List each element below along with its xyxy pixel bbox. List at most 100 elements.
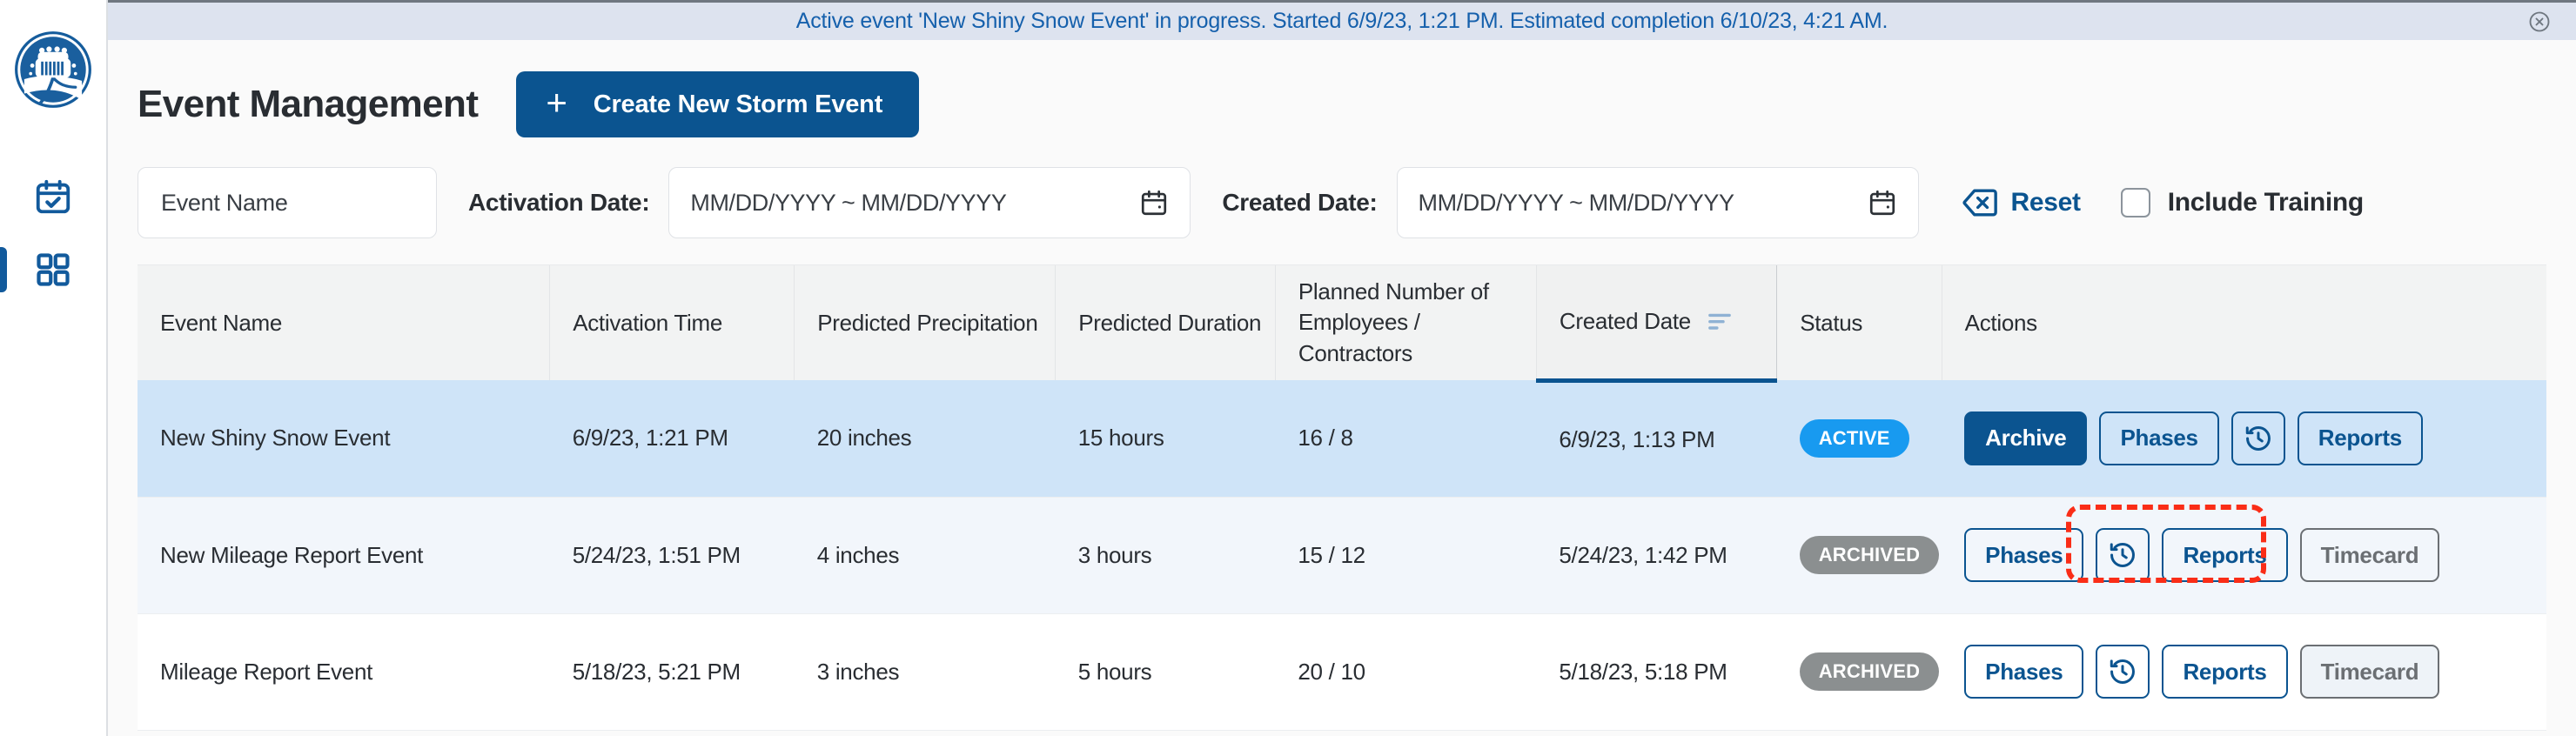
main-content: Active event 'New Shiny Snow Event' in p… <box>108 0 2576 736</box>
status-badge: ACTIVE <box>1799 418 1909 458</box>
table-header-row: Event Name Activation Time Predicted Pre… <box>138 265 2546 383</box>
activation-date-label: Activation Date: <box>468 189 650 216</box>
row-actions: Archive Phases Reports <box>1964 411 2546 465</box>
reports-button[interactable]: Reports <box>2297 411 2423 465</box>
sidebar-item-apps[interactable] <box>0 233 106 306</box>
cell-status: ARCHIVED <box>1776 497 1942 614</box>
timecard-button[interactable]: Timecard <box>2299 645 2440 699</box>
cell-predicted-precipitation: 4 inches <box>794 497 1056 614</box>
column-header-status[interactable]: Status <box>1776 265 1942 380</box>
page-title: Event Management <box>138 83 479 125</box>
cell-created-date: 5/24/23, 1:42 PM <box>1536 497 1777 614</box>
column-label: Event Name <box>160 309 283 336</box>
apps-grid-icon <box>37 253 70 286</box>
cell-status: ACTIVE <box>1776 380 1942 498</box>
history-button[interactable] <box>2096 645 2150 699</box>
status-badge: ARCHIVED <box>1799 536 1940 574</box>
active-event-banner: Active event 'New Shiny Snow Event' in p… <box>108 0 2576 40</box>
cell-status: ARCHIVED <box>1776 613 1942 731</box>
created-date-range-field[interactable]: MM/DD/YYYY ~ MM/DD/YYYY <box>1396 167 1919 238</box>
cell-activation-time: 5/24/23, 1:51 PM <box>549 497 795 614</box>
reports-button[interactable]: Reports <box>2162 528 2288 582</box>
cell-activation-time: 6/9/23, 1:21 PM <box>549 380 795 498</box>
cell-actions: Phases Reports Timecard <box>1942 497 2546 614</box>
column-header-actions: Actions <box>1942 265 2546 380</box>
archive-button[interactable]: Archive <box>1964 411 2088 465</box>
banner-message: Active event 'New Shiny Snow Event' in p… <box>795 9 1888 33</box>
events-table-container: Event Name Activation Time Predicted Pre… <box>138 264 2546 731</box>
column-header-predicted-duration[interactable]: Predicted Duration <box>1055 265 1276 380</box>
cell-predicted-duration: 15 hours <box>1055 380 1276 498</box>
active-indicator <box>0 247 7 292</box>
column-label-line1: Planned Number of <box>1298 278 1489 305</box>
left-sidebar <box>0 0 108 736</box>
snowplow-truck-logo-icon <box>15 31 91 108</box>
include-training-checkbox[interactable]: Include Training <box>2120 188 2365 217</box>
column-label: Activation Time <box>573 309 722 336</box>
table-row[interactable]: New Mileage Report Event 5/24/23, 1:51 P… <box>138 497 2546 614</box>
created-date-placeholder: MM/DD/YYYY ~ MM/DD/YYYY <box>1418 189 1735 216</box>
phases-button[interactable]: Phases <box>1964 645 2084 699</box>
history-clock-icon <box>2110 543 2136 567</box>
history-clock-icon <box>2245 425 2271 451</box>
column-label: Predicted Duration <box>1078 309 1262 336</box>
timecard-button[interactable]: Timecard <box>2299 528 2440 582</box>
row-actions: Phases Reports Timecard <box>1964 645 2546 699</box>
phases-button[interactable]: Phases <box>2099 411 2219 465</box>
table-row[interactable]: New Shiny Snow Event 6/9/23, 1:21 PM 20 … <box>138 380 2546 498</box>
cell-predicted-duration: 5 hours <box>1055 613 1276 731</box>
activation-date-placeholder: MM/DD/YYYY ~ MM/DD/YYYY <box>690 189 1007 216</box>
table-row[interactable]: Mileage Report Event 5/18/23, 5:21 PM 3 … <box>138 613 2546 731</box>
create-button-label: Create New Storm Event <box>593 90 883 118</box>
cell-event-name: Mileage Report Event <box>138 613 550 731</box>
activation-date-range-field[interactable]: MM/DD/YYYY ~ MM/DD/YYYY <box>668 167 1191 238</box>
cell-planned-number: 20 / 10 <box>1275 613 1537 731</box>
calendar-icon[interactable] <box>1139 188 1169 217</box>
events-table: Event Name Activation Time Predicted Pre… <box>138 265 2546 731</box>
history-button[interactable] <box>2096 528 2150 582</box>
cell-activation-time: 5/18/23, 5:21 PM <box>549 613 795 731</box>
reset-label: Reset <box>2010 188 2082 217</box>
cell-event-name: New Shiny Snow Event <box>138 380 550 498</box>
create-new-storm-event-button[interactable]: + Create New Storm Event <box>516 71 920 137</box>
calendar-check-icon <box>36 179 70 214</box>
status-badge: ARCHIVED <box>1799 652 1940 691</box>
sort-descending-icon[interactable] <box>1708 313 1731 331</box>
created-date-label: Created Date: <box>1222 189 1378 216</box>
reports-button[interactable]: Reports <box>2162 645 2288 699</box>
delete-x-icon <box>1962 189 1997 217</box>
page-header: Event Management + Create New Storm Even… <box>108 40 2576 137</box>
column-label: Predicted Precipitation <box>817 309 1038 336</box>
cell-predicted-precipitation: 20 inches <box>794 380 1056 498</box>
close-circle-icon[interactable] <box>2527 10 2552 34</box>
column-label: Status <box>1800 309 1863 336</box>
column-label-line2: Employees / Contractors <box>1298 309 1420 366</box>
column-label: Actions <box>1964 309 2037 336</box>
calendar-icon[interactable] <box>1868 188 1897 217</box>
reset-button[interactable]: Reset <box>1962 188 2081 217</box>
sidebar-item-calendar[interactable] <box>0 160 106 233</box>
history-clock-icon <box>2110 659 2136 684</box>
phases-button[interactable]: Phases <box>1964 528 2084 582</box>
checkbox-box[interactable] <box>2120 188 2150 217</box>
column-header-planned-number[interactable]: Planned Number of Employees / Contractor… <box>1275 265 1537 380</box>
cell-actions: Phases Reports Timecard <box>1942 613 2546 731</box>
column-header-predicted-precipitation[interactable]: Predicted Precipitation <box>794 265 1057 380</box>
column-header-activation-time[interactable]: Activation Time <box>549 265 795 380</box>
cell-planned-number: 15 / 12 <box>1275 497 1537 614</box>
include-training-label: Include Training <box>2167 188 2365 217</box>
cell-planned-number: 16 / 8 <box>1275 380 1537 498</box>
cell-created-date: 5/18/23, 5:18 PM <box>1536 613 1777 731</box>
plus-icon: + <box>546 82 567 123</box>
event-name-input[interactable] <box>138 167 437 238</box>
table-body: New Shiny Snow Event 6/9/23, 1:21 PM 20 … <box>138 380 2546 731</box>
column-header-event-name[interactable]: Event Name <box>138 265 551 380</box>
cell-predicted-precipitation: 3 inches <box>794 613 1056 731</box>
column-header-created-date[interactable]: Created Date <box>1535 265 1778 383</box>
row-actions: Phases Reports Timecard <box>1964 528 2546 582</box>
cell-actions: Archive Phases Reports <box>1942 380 2546 498</box>
history-button[interactable] <box>2231 411 2285 465</box>
table-header: Event Name Activation Time Predicted Pre… <box>138 265 2546 383</box>
app-logo[interactable] <box>0 30 106 110</box>
cell-created-date: 6/9/23, 1:13 PM <box>1536 380 1777 498</box>
